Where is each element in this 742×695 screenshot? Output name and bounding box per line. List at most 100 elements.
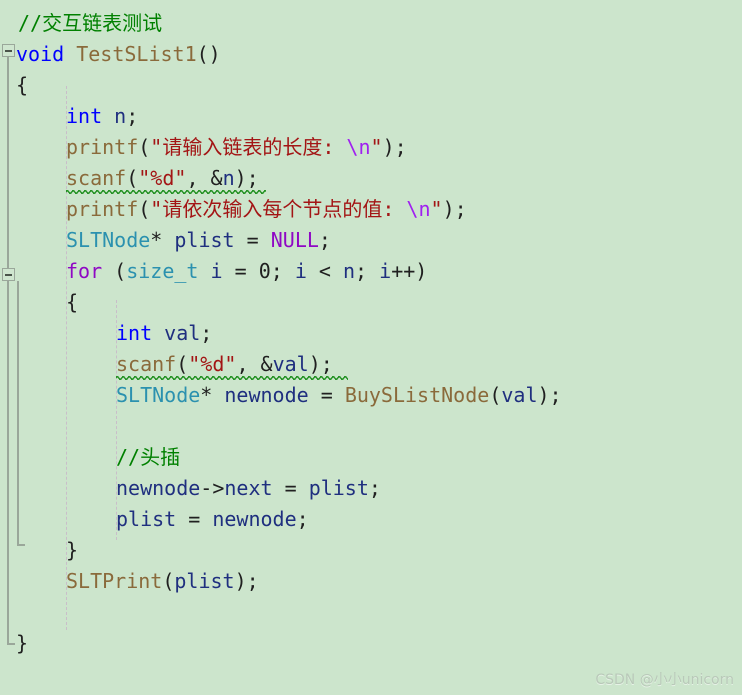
code-line[interactable]: int val;: [116, 318, 212, 349]
code-token: *: [150, 228, 175, 252]
code-line[interactable]: plist = newnode;: [116, 504, 309, 535]
code-token: TestSList1: [76, 42, 197, 66]
code-line[interactable]: //交互链表测试: [18, 8, 162, 39]
code-line[interactable]: {: [16, 70, 28, 101]
code-token: (): [196, 42, 221, 66]
code-token: scanf: [116, 352, 177, 376]
code-token: newnode: [212, 507, 297, 531]
code-token: ;: [200, 321, 213, 345]
code-token: (: [138, 197, 151, 221]
code-token: ;: [368, 476, 381, 500]
code-token: 0: [258, 259, 271, 283]
code-token: , &: [186, 166, 223, 190]
code-token: int: [66, 104, 103, 128]
code-line[interactable]: {: [66, 287, 78, 318]
code-token: "%d": [138, 166, 187, 190]
code-token: (: [126, 166, 139, 190]
code-token: (: [162, 569, 175, 593]
code-line[interactable]: SLTNode* newnode = BuySListNode(val);: [116, 380, 562, 411]
code-token: SLTNode: [116, 383, 201, 407]
code-token: \n: [346, 135, 371, 159]
code-token: (: [176, 352, 189, 376]
code-line[interactable]: SLTNode* plist = NULL;: [66, 225, 331, 256]
code-token: {: [66, 290, 79, 314]
code-token: ": [370, 135, 383, 159]
code-token: for: [66, 259, 103, 283]
code-token: ;: [270, 259, 295, 283]
csdn-watermark: CSDN @小小unicorn: [595, 672, 734, 688]
code-token: =: [308, 383, 345, 407]
code-token: printf: [66, 197, 139, 221]
code-token: void: [16, 42, 65, 66]
squiggly-underline: [116, 376, 348, 380]
code-token: );: [234, 166, 259, 190]
code-token: ;: [355, 259, 380, 283]
code-token: =: [176, 507, 213, 531]
code-token: "%d": [188, 352, 237, 376]
code-token: <: [306, 259, 343, 283]
code-token: i: [379, 259, 392, 283]
code-token: ;: [126, 104, 139, 128]
code-token: ": [430, 197, 443, 221]
code-line[interactable]: void TestSList1(): [16, 39, 221, 70]
code-token: );: [234, 569, 259, 593]
code-token: }: [16, 631, 29, 655]
code-token: val: [272, 352, 309, 376]
code-token: "请依次输入每个节点的值:: [150, 197, 407, 221]
code-token: );: [537, 383, 562, 407]
code-token: //交互链表测试: [18, 11, 163, 35]
code-token: );: [382, 135, 407, 159]
code-token: plist: [116, 507, 177, 531]
code-token: newnode: [116, 476, 201, 500]
code-token: n: [343, 259, 356, 283]
code-token: =: [222, 259, 259, 283]
code-token: plist: [174, 569, 235, 593]
code-token: i: [210, 259, 223, 283]
code-token: {: [16, 73, 29, 97]
code-token: ->: [200, 476, 225, 500]
code-token: );: [442, 197, 467, 221]
code-line[interactable]: int n;: [66, 101, 138, 132]
code-token: BuySListNode: [344, 383, 490, 407]
code-token: size_t: [126, 259, 199, 283]
code-token: newnode: [224, 383, 309, 407]
code-token: =: [234, 228, 271, 252]
code-token: //头插: [116, 445, 181, 469]
code-token: \n: [406, 197, 431, 221]
code-token: val: [164, 321, 201, 345]
code-token: val: [501, 383, 538, 407]
code-token: ;: [296, 507, 309, 531]
code-token: *: [200, 383, 225, 407]
squiggly-underline: [66, 190, 266, 194]
code-line[interactable]: for (size_t i = 0; i < n; i++): [66, 256, 427, 287]
code-token: n: [222, 166, 235, 190]
code-token: "请输入链表的长度:: [150, 135, 347, 159]
code-line[interactable]: }: [16, 628, 28, 659]
code-token: ++): [391, 259, 428, 283]
code-token: , &: [236, 352, 273, 376]
code-line[interactable]: newnode->next = plist;: [116, 473, 381, 504]
code-token: n: [114, 104, 127, 128]
code-text-area[interactable]: //交互链表测试 void TestSList1(){int n; printf("…: [0, 0, 742, 695]
code-token: }: [66, 538, 79, 562]
code-line[interactable]: SLTPrint(plist);: [66, 566, 259, 597]
code-token: (: [138, 135, 151, 159]
code-token: scanf: [66, 166, 127, 190]
code-token: =: [272, 476, 309, 500]
code-editor[interactable]: //交互链表测试 void TestSList1(){int n; printf("…: [0, 0, 742, 695]
code-line[interactable]: printf("请输入链表的长度: \n");: [66, 132, 407, 163]
code-line[interactable]: //头插: [116, 442, 180, 473]
code-token: int: [116, 321, 153, 345]
code-token: plist: [308, 476, 369, 500]
code-token: );: [308, 352, 333, 376]
code-token: SLTPrint: [66, 569, 163, 593]
code-line[interactable]: printf("请依次输入每个节点的值: \n");: [66, 194, 467, 225]
code-token: printf: [66, 135, 139, 159]
code-line[interactable]: }: [66, 535, 78, 566]
code-token: plist: [174, 228, 235, 252]
code-token: (: [489, 383, 502, 407]
code-token: ;: [318, 228, 331, 252]
